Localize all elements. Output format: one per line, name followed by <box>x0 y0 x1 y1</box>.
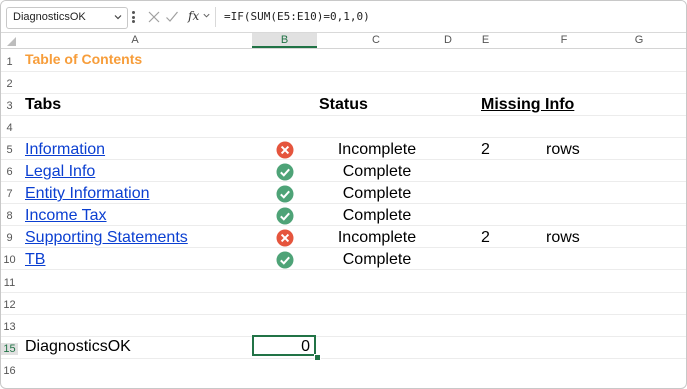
missing-unit: rows <box>546 141 580 158</box>
status-text: Complete <box>342 251 412 268</box>
column-header-d[interactable]: D <box>435 33 461 48</box>
row-header-15[interactable]: 15 <box>1 343 18 355</box>
gridline <box>1 358 686 359</box>
row-header-4[interactable]: 4 <box>1 122 18 134</box>
row-header-6[interactable]: 6 <box>1 166 18 178</box>
gridline <box>1 115 686 116</box>
row-header-13[interactable]: 13 <box>1 321 18 333</box>
column-header-c[interactable]: C <box>318 33 434 48</box>
check-icon <box>276 207 294 225</box>
gridline <box>1 269 686 270</box>
select-all-corner[interactable] <box>1 33 18 48</box>
status-text: Complete <box>342 185 412 202</box>
row-header-7[interactable]: 7 <box>1 188 18 200</box>
status-heading: Status <box>319 96 368 113</box>
gridline <box>1 159 686 160</box>
row-header-9[interactable]: 9 <box>1 232 18 244</box>
name-box-value: DiagnosticsOK <box>13 11 86 23</box>
column-header-b[interactable]: B <box>252 33 317 48</box>
enter-check-icon[interactable] <box>165 7 181 27</box>
status-text: Complete <box>342 163 412 180</box>
column-header-g[interactable]: G <box>619 33 659 48</box>
gridline <box>1 203 686 204</box>
row-header-3[interactable]: 3 <box>1 100 18 112</box>
more-options-icon[interactable] <box>132 11 135 23</box>
formula-input[interactable]: =IF(SUM(E5:E10)=0,1,0) <box>215 7 682 27</box>
chevron-down-icon <box>114 15 122 20</box>
row-header-12[interactable]: 12 <box>1 299 18 311</box>
link-information[interactable]: Information <box>25 141 105 159</box>
row-header-10[interactable]: 10 <box>1 254 18 266</box>
gridline <box>1 181 686 182</box>
row-header-1[interactable]: 1 <box>1 56 18 68</box>
column-header-a[interactable]: A <box>19 33 251 48</box>
missing-info-heading: Missing Info <box>481 96 575 113</box>
gridline <box>1 71 686 72</box>
gridline <box>1 137 686 138</box>
status-text: Complete <box>342 207 412 224</box>
missing-count: 2 <box>481 229 490 246</box>
missing-count: 2 <box>481 141 490 158</box>
diagnostics-value: 0 <box>301 338 310 355</box>
diagnostics-label: DiagnosticsOK <box>25 338 131 355</box>
tabs-heading: Tabs <box>25 96 62 113</box>
error-icon <box>276 229 294 247</box>
gridline <box>1 247 686 248</box>
insert-function-button[interactable]: fx <box>188 9 199 23</box>
check-icon <box>276 251 294 269</box>
chevron-down-icon[interactable] <box>202 11 211 20</box>
selected-cell-b15[interactable]: 0 <box>252 335 316 356</box>
row-header-8[interactable]: 8 <box>1 210 18 222</box>
gridline <box>1 314 686 315</box>
formula-bar: DiagnosticsOK fx =IF(SUM(E5:E10)=0,1,0) <box>1 1 686 33</box>
gridline <box>1 336 686 337</box>
link-entity-information[interactable]: Entity Information <box>25 185 150 203</box>
link-supporting-statements[interactable]: Supporting Statements <box>25 229 188 247</box>
link-income-tax[interactable]: Income Tax <box>25 207 107 225</box>
check-icon <box>276 185 294 203</box>
row-header-16[interactable]: 16 <box>1 365 18 377</box>
header-divider <box>1 48 686 49</box>
cancel-icon[interactable] <box>147 7 163 27</box>
row-header-2[interactable]: 2 <box>1 78 18 90</box>
column-header-e[interactable]: E <box>462 33 509 48</box>
name-box[interactable]: DiagnosticsOK <box>6 7 128 29</box>
gridline <box>1 225 686 226</box>
gridline <box>1 292 686 293</box>
link-legal-info[interactable]: Legal Info <box>25 163 95 181</box>
fill-handle[interactable] <box>314 354 321 361</box>
row-header-5[interactable]: 5 <box>1 144 18 156</box>
error-icon <box>276 141 294 159</box>
gridline <box>1 93 686 94</box>
missing-unit: rows <box>546 229 580 246</box>
column-header-f[interactable]: F <box>510 33 618 48</box>
status-text: Incomplete <box>337 141 417 158</box>
formula-text: =IF(SUM(E5:E10)=0,1,0) <box>224 10 370 23</box>
sheet-title: Table of Contents <box>25 51 143 67</box>
status-text: Incomplete <box>337 229 417 246</box>
spreadsheet-window: DiagnosticsOK fx =IF(SUM(E5:E10)=0,1,0) … <box>0 0 687 389</box>
check-icon <box>276 163 294 181</box>
link-tb[interactable]: TB <box>25 251 45 269</box>
row-header-11[interactable]: 11 <box>1 277 18 289</box>
